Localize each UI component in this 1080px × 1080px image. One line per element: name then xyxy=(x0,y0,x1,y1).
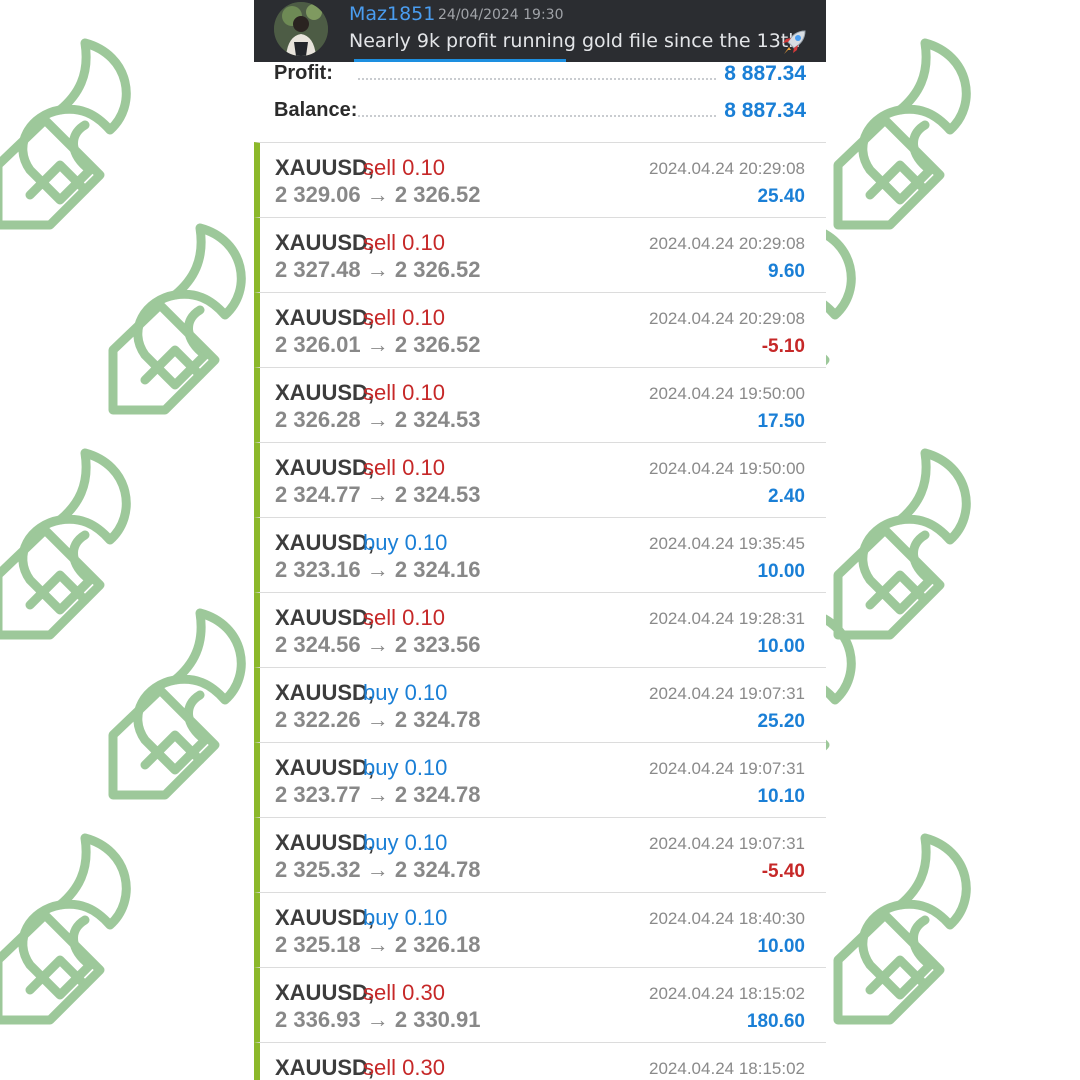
balance-label: Balance: xyxy=(274,99,358,121)
deal-type: sell 0.10 xyxy=(363,305,445,330)
deal-prices: 2 325.32 → 2 324.78 xyxy=(275,857,481,882)
deal-time: 2024.04.24 20:29:08 xyxy=(649,159,805,178)
deal-time: 2024.04.24 19:50:00 xyxy=(649,459,805,478)
deal-type: sell 0.10 xyxy=(363,230,445,255)
deal-profit: 25.40 xyxy=(757,186,805,207)
deal-profit: 9.60 xyxy=(768,261,805,282)
deal-row[interactable]: XAUUSD, sell 0.10 2 326.28 → 2 324.53 2024.… xyxy=(254,367,826,442)
deal-prices: 2 324.56 → 2 323.56 xyxy=(275,632,481,657)
deal-time: 2024.04.24 19:07:31 xyxy=(649,759,805,778)
deal-prices: 2 326.01 → 2 326.52 xyxy=(275,332,481,357)
deal-symbol: XAUUSD, xyxy=(275,455,375,480)
deal-symbol: XAUUSD, xyxy=(275,755,375,780)
deal-prices: 2 325.18 → 2 326.18 xyxy=(275,932,481,957)
rocket-icon xyxy=(778,26,810,58)
profit-dots xyxy=(358,78,716,80)
brand-logo-watermark xyxy=(105,220,265,430)
deal-type: sell 0.10 xyxy=(363,380,445,405)
message-timestamp: 24/04/2024 19:30 xyxy=(438,7,564,23)
deal-time: 2024.04.24 18:15:02 xyxy=(649,984,805,1003)
deal-prices: 2 323.16 → 2 324.16 xyxy=(275,557,481,582)
brand-logo-watermark xyxy=(0,830,150,1040)
deal-symbol: XAUUSD, xyxy=(275,605,375,630)
deal-symbol: XAUUSD, xyxy=(275,980,375,1005)
deal-type: sell 0.30 xyxy=(363,980,445,1005)
deal-row[interactable]: XAUUSD, sell 0.30 2 336.93 → 2 330.91 2024.… xyxy=(254,967,826,1042)
profit-value: 8 887.34 xyxy=(724,62,806,85)
deal-profit: 10.00 xyxy=(757,561,805,582)
deal-row[interactable]: XAUUSD, buy 0.10 2 325.32 → 2 324.78 2024.0… xyxy=(254,817,826,892)
deal-symbol: XAUUSD, xyxy=(275,230,375,255)
deal-row[interactable]: XAUUSD, sell 0.10 2 324.56 → 2 323.56 2024.… xyxy=(254,592,826,667)
deal-type: sell 0.10 xyxy=(363,605,445,630)
deal-prices: 2 323.77 → 2 324.78 xyxy=(275,782,481,807)
deal-prices: 2 327.48 → 2 326.52 xyxy=(275,257,481,282)
deal-time: 2024.04.24 19:07:31 xyxy=(649,684,805,703)
deal-profit: 17.50 xyxy=(757,411,805,432)
deal-symbol: XAUUSD, xyxy=(275,380,375,405)
account-summary: Profit: 8 887.34 Balance: 8 887.34 xyxy=(254,62,826,142)
deal-symbol: XAUUSD, xyxy=(275,680,375,705)
chat-message-header: Maz1851 24/04/2024 19:30 Nearly 9k profi… xyxy=(254,0,826,62)
deal-type: sell 0.10 xyxy=(363,155,445,180)
deal-row[interactable]: XAUUSD, sell 0.10 2 326.01 → 2 326.52 2024.… xyxy=(254,292,826,367)
deal-profit: 180.60 xyxy=(746,1011,805,1032)
deal-type: buy 0.10 xyxy=(363,530,448,555)
deal-profit: 10.00 xyxy=(757,636,805,657)
deal-type: buy 0.10 xyxy=(363,755,448,780)
deal-list: XAUUSD, sell 0.10 2 329.06 → 2 326.52 2024.… xyxy=(254,142,826,1080)
deal-symbol: XAUUSD, xyxy=(275,905,375,930)
profit-row: Profit: 8 887.34 xyxy=(254,62,826,98)
deal-row[interactable]: XAUUSD, sell 0.10 2 329.06 → 2 326.52 2024.… xyxy=(254,142,826,217)
deal-type: buy 0.10 xyxy=(363,680,448,705)
brand-logo-watermark xyxy=(830,35,990,245)
deal-time: 2024.04.24 19:28:31 xyxy=(649,609,805,628)
message-text: Nearly 9k profit running gold file since… xyxy=(349,30,801,52)
deal-row[interactable]: XAUUSD, buy 0.10 2 322.26 → 2 324.78 2024.0… xyxy=(254,667,826,742)
deal-time: 2024.04.24 20:29:08 xyxy=(649,234,805,253)
deal-time: 2024.04.24 19:35:45 xyxy=(649,534,805,553)
deal-profit: -5.40 xyxy=(761,861,805,882)
deal-type: buy 0.10 xyxy=(363,830,448,855)
deal-row[interactable]: XAUUSD, buy 0.10 2 323.77 → 2 324.78 2024.0… xyxy=(254,742,826,817)
trade-history-panel: Maz1851 24/04/2024 19:30 Nearly 9k profi… xyxy=(254,0,826,1080)
deal-prices: 2 326.28 → 2 324.53 xyxy=(275,407,481,432)
deal-symbol: XAUUSD, xyxy=(275,155,375,180)
brand-logo-watermark xyxy=(0,35,150,245)
deal-profit: 10.10 xyxy=(757,786,805,807)
user-avatar[interactable] xyxy=(274,2,328,56)
message-username[interactable]: Maz1851 xyxy=(349,3,435,25)
balance-value: 8 887.34 xyxy=(724,99,806,122)
deal-row[interactable]: XAUUSD, sell 0.30 2024.04.24 18:15:02 xyxy=(254,1042,826,1080)
deal-row[interactable]: XAUUSD, sell 0.10 2 327.48 → 2 326.52 2024.… xyxy=(254,217,826,292)
deal-symbol: XAUUSD, xyxy=(275,1055,375,1080)
deal-prices: 2 324.77 → 2 324.53 xyxy=(275,482,481,507)
deal-time: 2024.04.24 18:40:30 xyxy=(649,909,805,928)
deal-time: 2024.04.24 19:07:31 xyxy=(649,834,805,853)
deal-type: sell 0.30 xyxy=(363,1055,445,1080)
deal-time: 2024.04.24 20:29:08 xyxy=(649,309,805,328)
deal-symbol: XAUUSD, xyxy=(275,830,375,855)
profit-label: Profit: xyxy=(274,62,333,84)
deal-row[interactable]: XAUUSD, buy 0.10 2 323.16 → 2 324.16 2024.0… xyxy=(254,517,826,592)
deal-type: buy 0.10 xyxy=(363,905,448,930)
deal-row[interactable]: XAUUSD, sell 0.10 2 324.77 → 2 324.53 2024.… xyxy=(254,442,826,517)
deal-time: 2024.04.24 18:15:02 xyxy=(649,1059,805,1078)
deal-profit: 10.00 xyxy=(757,936,805,957)
balance-dots xyxy=(358,115,716,117)
deal-profit: 2.40 xyxy=(768,486,805,507)
deal-prices: 2 329.06 → 2 326.52 xyxy=(275,182,481,207)
deal-symbol: XAUUSD, xyxy=(275,530,375,555)
deal-type: sell 0.10 xyxy=(363,455,445,480)
deal-profit: -5.10 xyxy=(761,336,805,357)
brand-logo-watermark xyxy=(830,830,990,1040)
deal-time: 2024.04.24 19:50:00 xyxy=(649,384,805,403)
deal-prices: 2 336.93 → 2 330.91 xyxy=(275,1007,481,1032)
deal-symbol: XAUUSD, xyxy=(275,305,375,330)
brand-logo-watermark xyxy=(105,605,265,815)
deal-row[interactable]: XAUUSD, buy 0.10 2 325.18 → 2 326.18 2024.0… xyxy=(254,892,826,967)
deal-prices: 2 322.26 → 2 324.78 xyxy=(275,707,481,732)
balance-row: Balance: 8 887.34 xyxy=(254,99,826,135)
deal-profit: 25.20 xyxy=(757,711,805,732)
